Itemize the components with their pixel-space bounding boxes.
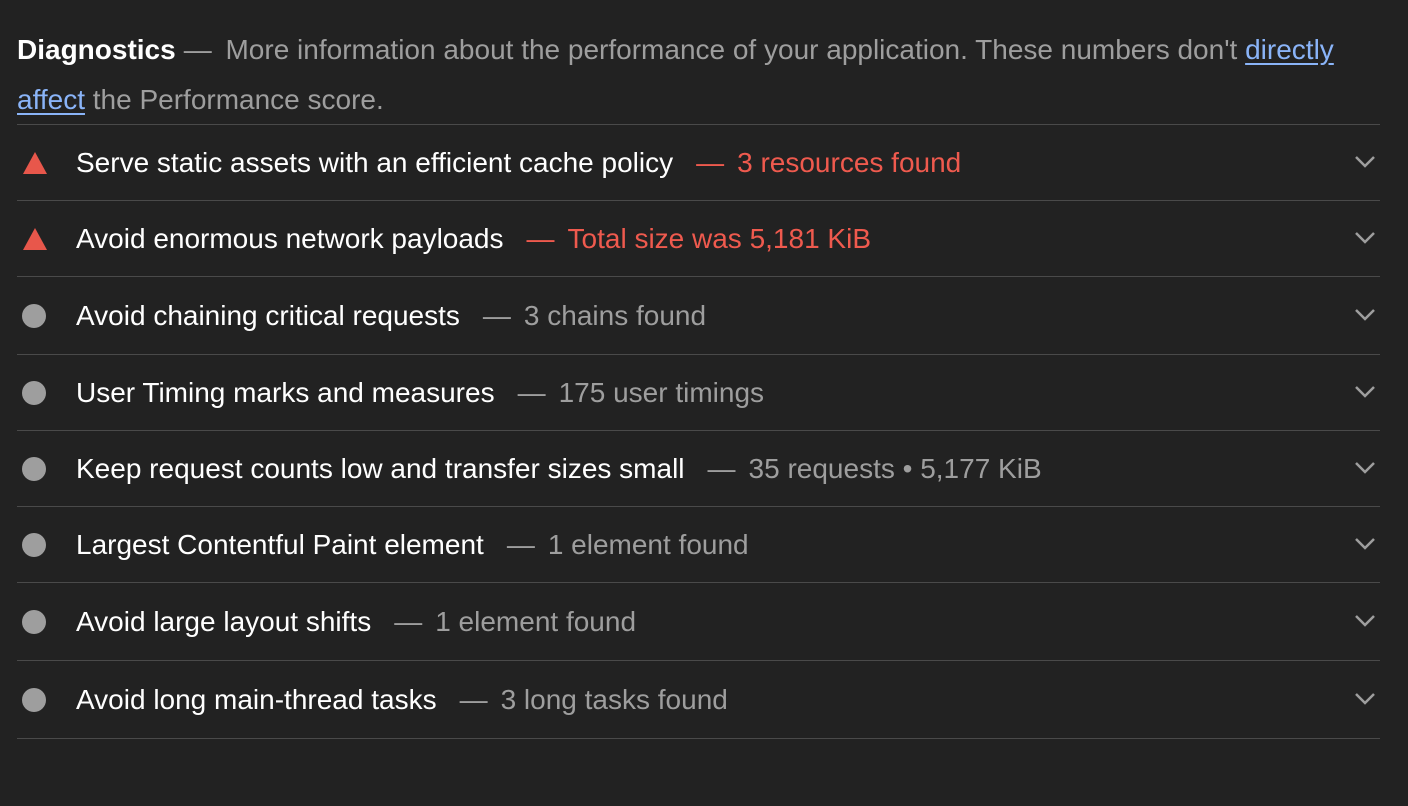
audit-title: Avoid large layout shifts (76, 605, 372, 637)
audit-display-value: —1 element found (394, 605, 637, 637)
audit-row-network-payloads[interactable]: Avoid enormous network payloads — Total s… (17, 201, 1380, 277)
audit-row-long-tasks[interactable]: Avoid long main-thread tasks —3 long tas… (17, 661, 1380, 739)
chevron-down-icon[interactable] (1354, 308, 1376, 322)
audit-row-layout-shifts[interactable]: Avoid large layout shifts —1 element fou… (17, 583, 1380, 661)
warning-triangle-icon (23, 227, 47, 250)
audit-display-value: — Total size was 5,181 KiB (526, 222, 872, 254)
audit-title: Largest Contentful Paint element (76, 528, 484, 560)
audit-display-value: —3 chains found (482, 299, 707, 331)
audit-row-lcp-element[interactable]: Largest Contentful Paint element —1 elem… (17, 507, 1380, 583)
audit-display-value: —175 user timings (517, 376, 765, 408)
chevron-down-icon[interactable] (1354, 461, 1376, 475)
gray-circle-icon (22, 380, 46, 405)
diagnostics-header: Diagnostics — More information about the … (17, 0, 1380, 125)
diagnostics-title: Diagnostics (17, 34, 176, 65)
chevron-down-icon[interactable] (1354, 231, 1376, 245)
diagnostics-description-end: the Performance score. (92, 84, 384, 115)
audit-row-cache-policy[interactable]: Serve static assets with an efficient ca… (17, 125, 1380, 201)
gray-circle-icon (22, 687, 46, 712)
gray-circle-icon (22, 609, 46, 634)
chevron-down-icon[interactable] (1354, 155, 1376, 169)
audit-title: Avoid enormous network payloads (76, 222, 504, 254)
audit-row-critical-requests[interactable]: Avoid chaining critical requests —3 chai… (17, 277, 1380, 355)
audit-row-user-timings[interactable]: User Timing marks and measures —175 user… (17, 355, 1380, 431)
audit-title: Avoid long main-thread tasks (76, 683, 437, 715)
diagnostics-panel: Diagnostics — More information about the … (17, 0, 1380, 739)
chevron-down-icon[interactable] (1354, 614, 1376, 628)
gray-circle-icon (22, 456, 46, 481)
gray-circle-icon (22, 532, 46, 557)
audit-title: Keep request counts low and transfer siz… (76, 452, 685, 484)
audit-row-resource-summary[interactable]: Keep request counts low and transfer siz… (17, 431, 1380, 507)
audit-title: Avoid chaining critical requests (76, 299, 460, 331)
chevron-down-icon[interactable] (1354, 692, 1376, 706)
gray-circle-icon (22, 303, 46, 328)
chevron-down-icon[interactable] (1354, 537, 1376, 551)
audit-title: Serve static assets with an efficient ca… (76, 146, 674, 178)
warning-triangle-icon (23, 151, 47, 174)
header-separator: — (183, 34, 212, 65)
diagnostics-description: More information about the performance o… (225, 34, 1238, 65)
audit-display-value: —3 resources found (696, 146, 962, 178)
audit-display-value: —35 requests • 5,177 KiB (707, 452, 1042, 484)
audit-title: User Timing marks and measures (76, 376, 495, 408)
audit-display-value: —1 element found (506, 528, 749, 560)
chevron-down-icon[interactable] (1354, 385, 1376, 399)
audit-display-value: —3 long tasks found (459, 683, 728, 715)
